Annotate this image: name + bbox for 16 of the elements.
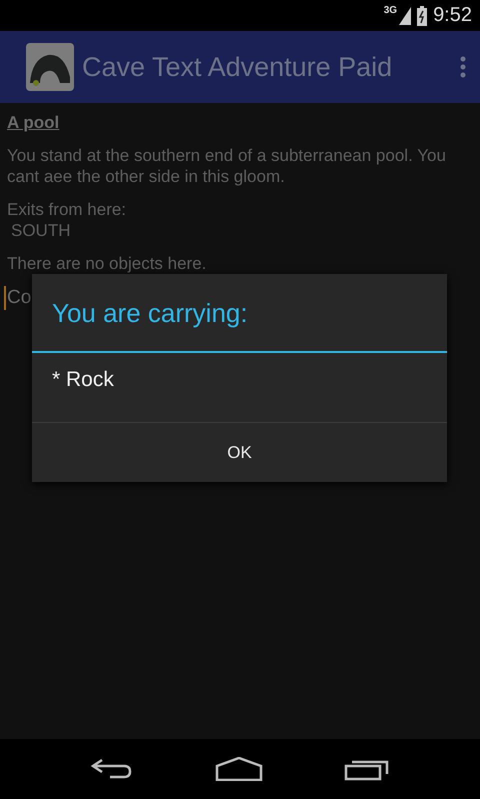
overflow-menu-icon[interactable]: [460, 56, 466, 78]
home-icon[interactable]: [214, 757, 263, 781]
clock: 9:52: [433, 4, 472, 27]
exits-label: Exits from here:: [7, 199, 128, 220]
dialog-title: You are carrying:: [32, 274, 447, 353]
objects-text: There are no objects here.: [7, 253, 208, 274]
inventory-item: * Rock: [52, 368, 115, 392]
ok-button[interactable]: OK: [32, 423, 447, 482]
room-title: A pool: [7, 113, 60, 133]
battery-icon: [417, 6, 428, 26]
room-description: You stand at the southern end of a subterranean pool. You cant aee the other side in this gloom.: [7, 145, 447, 187]
network-type: 3G: [384, 5, 398, 16]
exit-direction: SOUTH: [10, 220, 72, 241]
signal-icon: [399, 6, 412, 24]
cave-icon[interactable]: [26, 43, 74, 91]
app-title: Cave Text Adventure Paid: [82, 52, 394, 82]
